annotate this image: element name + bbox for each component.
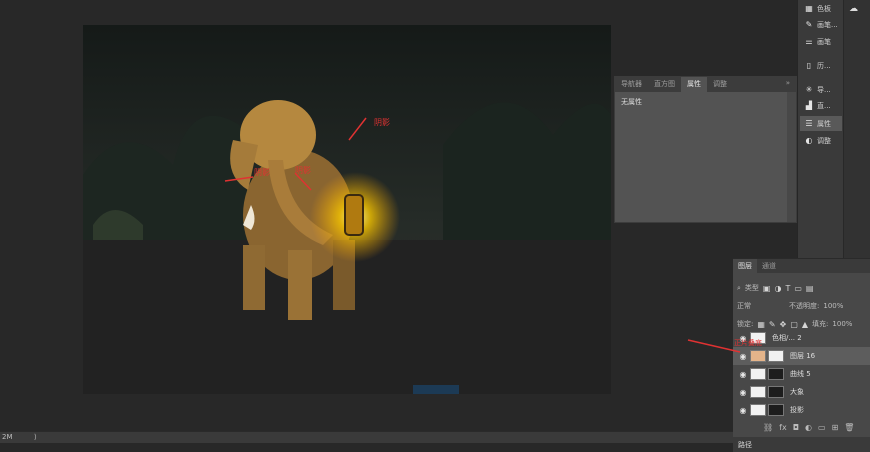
layer-name: 投影	[790, 406, 804, 414]
layer-filter-bar: ⌕ 类型 ▣ ◑ T ▭ ▤	[733, 281, 870, 295]
brush-settings-icon: ⚌	[805, 37, 813, 46]
properties-panel: 导航器 直方图 属性 调整 » 无属性	[614, 76, 797, 223]
properties-scrollbar[interactable]	[787, 92, 796, 222]
fill-value[interactable]: 100%	[832, 320, 852, 328]
annotation-shadow-left: 阴影	[254, 168, 270, 177]
layers-tabs: 图层 通道	[733, 259, 870, 273]
histogram-icon: ▟	[805, 101, 813, 110]
annotation-shadow-trunk: 阴影	[295, 166, 311, 175]
no-properties-label: 无属性	[621, 98, 642, 106]
layers-panel: 图层 通道 ⌕ 类型 ▣ ◑ T ▭ ▤ 正常 不透明度: 100% 锁定: ▦…	[733, 258, 870, 452]
dock-item-histogram[interactable]: ▟ 直...	[800, 98, 842, 113]
lock-move-icon[interactable]: ✥	[780, 320, 787, 329]
filter-kind-select[interactable]: 类型	[745, 283, 759, 293]
zoom-readout: 2M	[2, 433, 13, 441]
lock-paint-icon[interactable]: ✎	[769, 320, 776, 329]
eye-icon[interactable]: ◉	[738, 370, 748, 379]
history-icon: ▯	[806, 61, 812, 70]
layer-row-layer-16[interactable]: ◉ 图层 16	[733, 347, 870, 365]
eye-icon[interactable]: ◉	[738, 388, 748, 397]
dock-item-properties[interactable]: ☰ 属性	[800, 116, 842, 131]
panel-menu-icon[interactable]: »	[780, 77, 796, 92]
lock-all-icon[interactable]: ▲	[802, 320, 808, 329]
filter-type-icon[interactable]: T	[785, 284, 790, 293]
tab-histogram[interactable]: 直方图	[648, 77, 681, 92]
layer-name: 色相/... 2	[772, 334, 802, 342]
adjustment-icon[interactable]: ◐	[805, 423, 812, 435]
link-icon[interactable]: ⛓	[763, 423, 773, 435]
layer-thumb	[750, 350, 766, 362]
properties-icon: ☰	[805, 119, 813, 128]
dock-item-navigator[interactable]: ✳ 导...	[800, 82, 842, 97]
filter-adjustment-icon[interactable]: ◑	[774, 284, 781, 293]
dock-item-history[interactable]: ▯ 历...	[800, 58, 842, 73]
watermark-logo	[413, 385, 459, 394]
tab-adjustments[interactable]: 调整	[707, 77, 733, 92]
blend-opacity-bar: 正常 不透明度: 100%	[733, 299, 870, 313]
new-layer-icon[interactable]: ⊞	[832, 423, 839, 435]
dock-item-brush-settings[interactable]: ⚌ 画笔	[800, 34, 842, 49]
layer-mask-thumb	[768, 386, 784, 398]
filter-smart-icon[interactable]: ▤	[806, 284, 814, 293]
tab-properties[interactable]: 属性	[681, 77, 707, 92]
filter-shape-icon[interactable]: ▭	[794, 284, 802, 293]
swatches-icon: ▦	[805, 4, 813, 13]
fill-label: 填充:	[812, 320, 829, 328]
lock-transparent-icon[interactable]: ▦	[757, 320, 765, 329]
layers-bottom-toolbar: ⛓ fx ◘ ◐ ▭ ⊞ 🗑	[733, 423, 870, 435]
layer-name: 大象	[790, 388, 804, 396]
opacity-value[interactable]: 100%	[823, 302, 843, 310]
tab-channels[interactable]: 通道	[757, 259, 781, 273]
dock-label: 属性	[817, 119, 831, 128]
layer-row-curves-5[interactable]: ◉ 曲线 5	[733, 365, 870, 383]
dock-label: 直...	[817, 101, 831, 110]
layer-mask-thumb	[768, 404, 784, 416]
creative-cloud-icon[interactable]: ☁	[849, 4, 858, 14]
layer-thumb	[750, 386, 766, 398]
dock-label: 历...	[817, 61, 831, 70]
dock-label: 调整	[817, 136, 831, 145]
dock-item-adjustments[interactable]: ◐ 调整	[800, 133, 842, 148]
dock-label: 导...	[817, 85, 831, 94]
dock-item-brushes[interactable]: ✎ 画笔...	[800, 17, 842, 32]
document-canvas[interactable]: 阴影 阴影 阴影	[83, 25, 611, 394]
trash-icon[interactable]: 🗑	[844, 423, 854, 435]
layer-thumb	[750, 404, 766, 416]
status-arrow-icon[interactable]: ⟩	[34, 433, 37, 441]
layer-name: 曲线 5	[790, 370, 811, 378]
group-icon[interactable]: ▭	[818, 423, 826, 435]
layer-mask-thumb	[768, 350, 784, 362]
layer-row-shadow[interactable]: ◉ 投影	[733, 401, 870, 419]
tab-paths[interactable]: 路径	[733, 437, 870, 452]
eye-icon[interactable]: ◉	[738, 406, 748, 415]
adjustments-icon: ◐	[805, 136, 813, 145]
layer-mask-thumb	[768, 368, 784, 380]
tab-navigator[interactable]: 导航器	[615, 77, 648, 92]
lock-label: 锁定:	[737, 320, 754, 328]
brush-icon: ✎	[805, 20, 813, 29]
opacity-label: 不透明度:	[789, 302, 820, 310]
layer-thumb	[750, 368, 766, 380]
navigator-icon: ✳	[805, 85, 813, 94]
tab-layers[interactable]: 图层	[733, 259, 757, 273]
dock-label: 画笔	[817, 37, 831, 46]
fx-icon[interactable]: fx	[779, 423, 787, 435]
dock-label: 画笔...	[817, 20, 838, 29]
properties-tabs: 导航器 直方图 属性 调整 »	[615, 77, 796, 92]
layer-row-elephant[interactable]: ◉ 大象	[733, 383, 870, 401]
dock-label: 色板	[817, 4, 831, 13]
layer-name: 图层 16	[790, 352, 816, 360]
annotation-shadow-top: 阴影	[374, 118, 390, 127]
status-bar: 2M ⟩	[0, 431, 733, 443]
lock-artboard-icon[interactable]: ▢	[790, 320, 798, 329]
filter-pixel-icon[interactable]: ▣	[763, 284, 771, 293]
blend-mode-select[interactable]: 正常	[737, 301, 751, 311]
filter-search-icon: ⌕	[737, 283, 741, 292]
mask-icon[interactable]: ◘	[793, 423, 799, 435]
layers-annotation-arrow	[687, 339, 741, 353]
dock-item-swatches[interactable]: ▦ 色板	[800, 1, 842, 16]
